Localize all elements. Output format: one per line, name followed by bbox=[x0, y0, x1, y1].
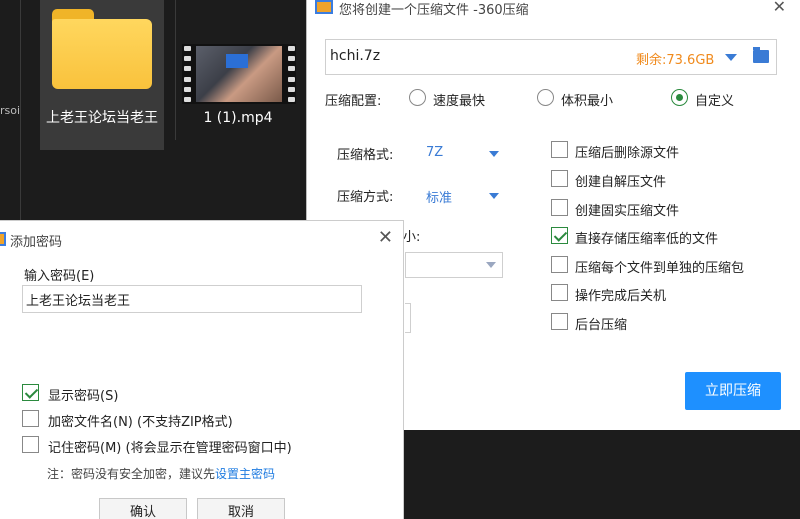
compress-dialog-titlebar: 您将创建一个压缩文件 -360压缩 ✕ bbox=[307, 0, 800, 18]
split-size-select[interactable] bbox=[405, 252, 503, 278]
method-select[interactable]: 标准 bbox=[426, 187, 452, 206]
folder-name: 上老王论坛当老王 bbox=[46, 110, 158, 126]
checkbox[interactable] bbox=[551, 199, 568, 216]
checkbox[interactable] bbox=[551, 170, 568, 187]
chevron-down-icon[interactable] bbox=[725, 54, 737, 61]
360zip-logo-icon bbox=[0, 232, 6, 246]
checkbox-label: 创建自解压文件 bbox=[575, 175, 667, 190]
compress-now-button[interactable]: 立即压缩 bbox=[685, 372, 781, 410]
browse-folder-icon[interactable] bbox=[753, 47, 769, 63]
checkbox[interactable] bbox=[22, 436, 39, 453]
close-icon[interactable]: ✕ bbox=[773, 0, 786, 15]
cancel-button[interactable]: 取消 bbox=[197, 498, 285, 519]
video-file-item[interactable]: 1 (1).mp4 bbox=[180, 0, 296, 128]
radio-button[interactable] bbox=[409, 89, 426, 106]
checkbox[interactable] bbox=[551, 256, 568, 273]
checkbox-label: 压缩后删除源文件 bbox=[575, 146, 680, 161]
radio-button-selected[interactable] bbox=[671, 89, 688, 106]
video-thumbnail-icon bbox=[182, 44, 296, 104]
truncated-edge-text: rsoi bbox=[0, 104, 21, 117]
password-input-label: 输入密码(E) bbox=[24, 269, 95, 284]
checkbox-label: 加密文件名(N) (不支持ZIP格式) bbox=[48, 415, 233, 430]
checkbox-label: 创建固实压缩文件 bbox=[575, 204, 680, 219]
checkbox-label: 压缩每个文件到单独的压缩包 bbox=[575, 261, 745, 276]
compress-config-label: 压缩配置: bbox=[325, 94, 382, 109]
checkbox-label: 操作完成后关机 bbox=[575, 289, 667, 304]
checkbox-checked[interactable] bbox=[551, 227, 568, 244]
partial-size-label: 小: bbox=[403, 230, 421, 245]
chevron-down-icon[interactable] bbox=[486, 262, 496, 268]
radio-label: 速度最快 bbox=[433, 94, 486, 109]
column-divider bbox=[175, 0, 176, 140]
checkbox-checked[interactable] bbox=[22, 384, 39, 401]
checkbox[interactable] bbox=[551, 313, 568, 330]
checkbox-label: 显示密码(S) bbox=[48, 389, 119, 404]
checkbox-label: 记住密码(M) (将会显示在管理密码窗口中) bbox=[48, 441, 292, 456]
checkbox[interactable] bbox=[22, 410, 39, 427]
add-password-dialog: 添加密码 ✕ 输入密码(E) 显示密码(S) 加密文件名(N) (不支持ZIP格… bbox=[0, 220, 404, 519]
format-select[interactable]: 7Z bbox=[426, 145, 443, 160]
confirm-button[interactable]: 确认 bbox=[99, 498, 187, 519]
method-label: 压缩方式: bbox=[337, 190, 394, 205]
output-path-field[interactable]: hchi.7z 剩余:73.6GB bbox=[325, 39, 777, 75]
chevron-down-icon[interactable] bbox=[489, 193, 499, 199]
checkbox-label: 直接存储压缩率低的文件 bbox=[575, 232, 719, 247]
video-file-name: 1 (1).mp4 bbox=[203, 110, 273, 126]
compress-dialog-title: 您将创建一个压缩文件 -360压缩 bbox=[339, 3, 529, 18]
checkbox[interactable] bbox=[551, 141, 568, 158]
set-master-password-link[interactable]: 设置主密码 bbox=[215, 467, 275, 481]
checkbox-label: 后台压缩 bbox=[575, 318, 628, 333]
note-text: 注：密码没有安全加密，建议先 bbox=[47, 467, 216, 481]
password-dialog-title: 添加密码 bbox=[10, 235, 63, 250]
output-path-value: hchi.7z bbox=[330, 48, 381, 64]
password-security-note: 注：密码没有安全加密，建议先设置主密码 bbox=[47, 465, 275, 482]
radio-button[interactable] bbox=[537, 89, 554, 106]
radio-label: 体积最小 bbox=[561, 94, 614, 109]
chevron-down-icon[interactable] bbox=[489, 151, 499, 157]
checkbox[interactable] bbox=[551, 284, 568, 301]
format-label: 压缩格式: bbox=[337, 148, 394, 163]
password-dialog-titlebar: 添加密码 ✕ bbox=[0, 221, 403, 257]
password-input[interactable] bbox=[22, 285, 362, 313]
radio-label: 自定义 bbox=[695, 94, 735, 109]
360zip-logo-icon bbox=[315, 0, 333, 14]
hidden-button-edge bbox=[405, 303, 411, 333]
folder-item[interactable]: 上老王论坛当老王 bbox=[40, 0, 164, 150]
free-space-label: 剩余:73.6GB bbox=[636, 53, 715, 68]
close-icon[interactable]: ✕ bbox=[378, 229, 393, 247]
folder-icon bbox=[52, 9, 152, 89]
